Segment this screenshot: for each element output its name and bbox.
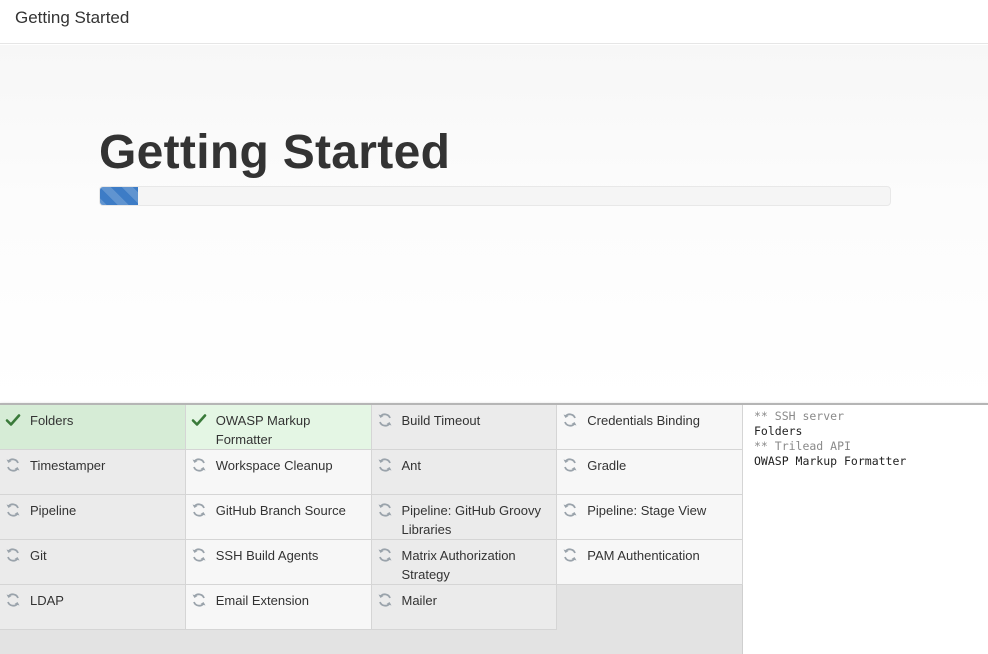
refresh-icon — [377, 592, 393, 608]
refresh-icon — [377, 502, 393, 518]
plugin-name: Build Timeout — [401, 413, 481, 428]
plugin-item: Timestamper — [0, 450, 186, 495]
plugin-name: Gradle — [587, 458, 627, 473]
plugin-name: LDAP — [30, 593, 64, 608]
plugin-item: Build Timeout — [371, 405, 558, 450]
plugin-item: PAM Authentication — [557, 540, 743, 585]
plugin-name: PAM Authentication — [587, 548, 700, 563]
plugin-grid-area: Folders OWASP Markup Formatter Build Timeo… — [0, 405, 743, 654]
plugin-name: Git — [30, 548, 47, 563]
refresh-icon — [562, 547, 578, 563]
install-log: ** SSH server Folders ** Trilead API OWASP … — [754, 409, 984, 469]
plugin-name: Pipeline — [30, 503, 77, 518]
refresh-icon — [562, 502, 578, 518]
log-line: OWASP Markup Formatter — [754, 454, 907, 468]
plugin-name: OWASP Markup Formatter — [215, 413, 311, 447]
plugin-item: Email Extension — [185, 585, 372, 630]
check-icon — [5, 412, 21, 428]
refresh-icon — [377, 457, 393, 473]
page-title: Getting Started — [99, 126, 451, 179]
plugin-item: Credentials Binding — [557, 405, 743, 450]
plugin-item: Pipeline — [0, 495, 186, 540]
plugin-item: SSH Build Agents — [185, 540, 372, 585]
refresh-icon — [191, 592, 207, 608]
plugin-item: OWASP Markup Formatter — [185, 405, 372, 450]
log-line: ** SSH server — [754, 409, 845, 423]
log-line: ** Trilead API — [754, 439, 851, 453]
plugin-item: LDAP — [0, 585, 186, 630]
plugin-name: Ant — [401, 458, 422, 473]
plugin-name: Mailer — [401, 593, 437, 608]
plugin-item: Matrix Authorization Strategy — [371, 540, 558, 585]
plugin-name: Email Extension — [215, 593, 309, 608]
plugin-item: GitHub Branch Source — [185, 495, 372, 540]
refresh-icon — [5, 502, 21, 518]
refresh-icon — [562, 457, 578, 473]
plugin-name: Folders — [30, 413, 74, 428]
plugin-name: Timestamper — [30, 458, 106, 473]
hero-panel: Getting Started — [0, 45, 988, 403]
install-panel: Folders OWASP Markup Formatter Build Timeo… — [0, 405, 988, 654]
plugin-item: Git — [0, 540, 186, 585]
plugin-name: Pipeline: GitHub Groovy Libraries — [401, 503, 541, 537]
refresh-icon — [5, 592, 21, 608]
plugin-name: SSH Build Agents — [215, 548, 319, 563]
plugin-item: Mailer — [371, 585, 558, 630]
refresh-icon — [191, 457, 207, 473]
plugin-item: Workspace Cleanup — [185, 450, 372, 495]
refresh-icon — [191, 547, 207, 563]
check-icon — [191, 412, 207, 428]
refresh-icon — [562, 412, 578, 428]
refresh-icon — [5, 457, 21, 473]
install-progress-bar — [99, 186, 891, 206]
plugin-name: Credentials Binding — [587, 413, 700, 428]
plugin-name: Pipeline: Stage View — [587, 503, 707, 518]
refresh-icon — [377, 547, 393, 563]
page-header-title: Getting Started — [15, 8, 130, 27]
plugin-item: Pipeline: Stage View — [557, 495, 743, 540]
plugin-name: Workspace Cleanup — [215, 458, 333, 473]
plugin-item: Gradle — [557, 450, 743, 495]
top-bar: Getting Started — [0, 0, 988, 44]
plugin-item: Ant — [371, 450, 558, 495]
plugin-list: Folders OWASP Markup Formatter Build Timeo… — [0, 405, 743, 630]
plugin-item: Pipeline: GitHub Groovy Libraries — [371, 495, 558, 540]
plugin-name: GitHub Branch Source — [215, 503, 346, 518]
plugin-item: Folders — [0, 405, 186, 450]
log-line: Folders — [754, 424, 803, 438]
refresh-icon — [377, 412, 393, 428]
refresh-icon — [5, 547, 21, 563]
progress-fill — [100, 187, 138, 205]
refresh-icon — [191, 502, 207, 518]
plugin-name: Matrix Authorization Strategy — [401, 548, 516, 582]
